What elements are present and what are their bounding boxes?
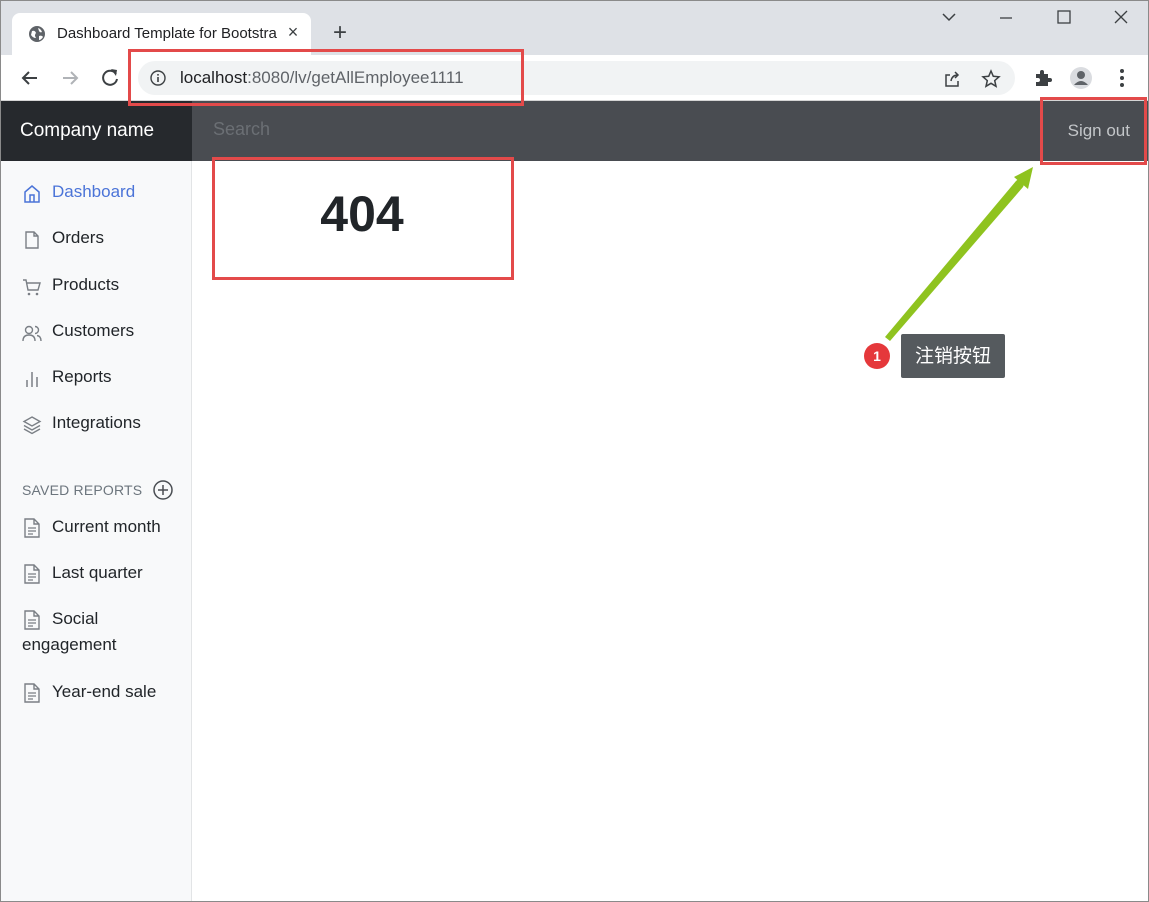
- tab-close-icon[interactable]: ×: [282, 21, 304, 43]
- saved-reports-heading: SAVED REPORTS: [22, 482, 143, 498]
- error-highlight-box: [212, 157, 514, 280]
- maximize-icon[interactable]: [1049, 9, 1079, 33]
- tab-strip: Dashboard Template for Bootstrap × +: [1, 1, 1148, 55]
- browser-window: Dashboard Template for Bootstrap × + loc…: [0, 0, 1149, 902]
- sidebar-item-reports[interactable]: Reports: [1, 365, 192, 395]
- file-text-icon: [24, 610, 40, 630]
- file-text-icon: [24, 564, 40, 584]
- sidebar-item-label: Integrations: [52, 413, 141, 432]
- sidebar: Dashboard Orders Products Customers Repo…: [1, 161, 192, 901]
- minimize-icon[interactable]: [991, 9, 1021, 33]
- signout-highlight-box: [1040, 97, 1147, 165]
- file-icon: [25, 231, 39, 249]
- annotation-badge: 1: [864, 343, 890, 369]
- sidebar-item-label: Customers: [52, 321, 135, 340]
- more-menu-icon[interactable]: [1110, 66, 1134, 90]
- tab-search-icon[interactable]: [934, 9, 964, 33]
- sidebar-item-orders[interactable]: Orders: [1, 226, 192, 256]
- brand-name[interactable]: Company name: [1, 101, 192, 161]
- plus-circle-icon[interactable]: [152, 479, 174, 501]
- sidebar-item-dashboard[interactable]: Dashboard: [1, 180, 192, 210]
- sidebar-item-label: Orders: [52, 228, 104, 247]
- forward-arrow-icon[interactable]: [57, 65, 83, 91]
- window-close-icon[interactable]: [1106, 9, 1136, 33]
- sidebar-item-integrations[interactable]: Integrations: [1, 411, 192, 441]
- search-input[interactable]: Search: [213, 119, 270, 140]
- new-tab-button[interactable]: +: [327, 21, 353, 47]
- globe-icon: [29, 26, 45, 42]
- file-text-icon: [24, 518, 40, 538]
- sidebar-item-customers[interactable]: Customers: [1, 319, 192, 349]
- back-arrow-icon[interactable]: [17, 65, 43, 91]
- shopping-cart-icon: [23, 279, 41, 296]
- url-highlight-box: [128, 49, 524, 106]
- users-icon: [22, 325, 42, 342]
- share-icon[interactable]: [942, 69, 962, 89]
- saved-report-label: Social engagement: [22, 609, 117, 654]
- profile-avatar-icon[interactable]: [1069, 66, 1093, 90]
- layers-icon: [22, 416, 42, 435]
- saved-report-current-month[interactable]: Current month: [1, 514, 192, 540]
- saved-report-social-engagement[interactable]: Social engagement: [1, 606, 192, 658]
- annotation-tooltip: 注销按钮: [901, 334, 1005, 378]
- bar-chart-icon: [26, 372, 38, 387]
- sidebar-item-label: Products: [52, 275, 120, 294]
- tab-title: Dashboard Template for Bootstrap: [57, 25, 277, 42]
- saved-report-year-end-sale[interactable]: Year-end sale: [1, 679, 192, 705]
- home-icon: [24, 185, 40, 203]
- sidebar-item-label: Dashboard: [52, 182, 136, 201]
- extensions-puzzle-icon[interactable]: [1031, 66, 1055, 90]
- bookmark-star-icon[interactable]: [981, 69, 1001, 89]
- saved-report-last-quarter[interactable]: Last quarter: [1, 560, 192, 586]
- file-text-icon: [24, 683, 40, 703]
- app-navbar: Company name Search Sign out: [1, 101, 1148, 161]
- sidebar-item-products[interactable]: Products: [1, 273, 192, 303]
- reload-icon[interactable]: [97, 65, 123, 91]
- sidebar-item-label: Reports: [52, 367, 112, 386]
